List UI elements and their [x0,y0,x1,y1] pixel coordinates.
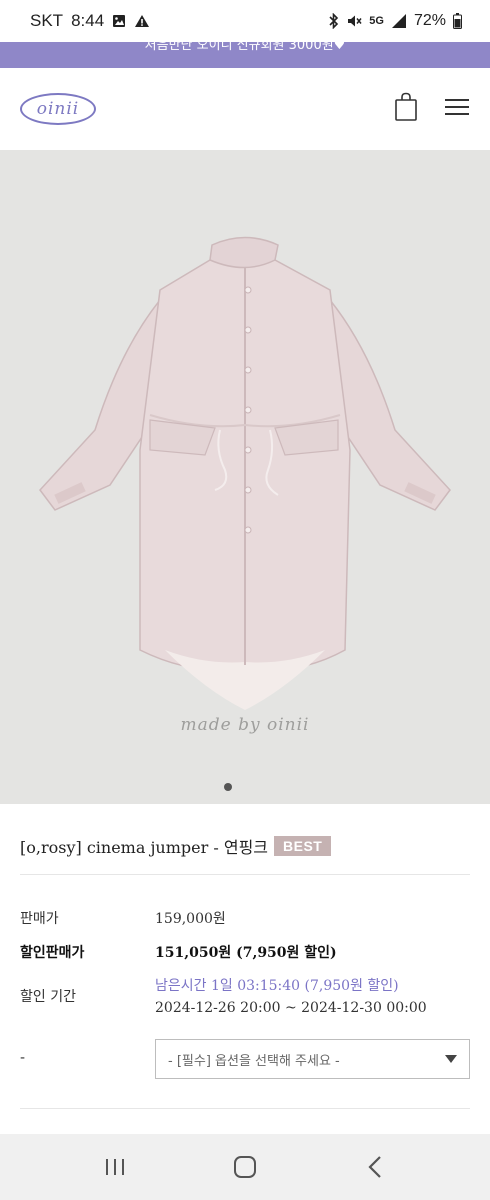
brand-logo[interactable]: oinii [20,93,96,125]
system-navigation-bar [0,1134,490,1200]
battery-percent: 72% [413,12,446,29]
hamburger-menu-icon[interactable] [444,97,470,121]
mute-icon [346,13,362,29]
price-value: 159,000원 [155,911,226,927]
product-image-carousel[interactable]: made by oinii [0,150,490,804]
price-label: 판매가 [20,911,59,927]
option-select-placeholder: - [필수] 옵션을 선택해 주세요 - [168,1053,340,1069]
cart-icon[interactable] [394,92,418,126]
warning-icon [134,14,150,28]
back-icon[interactable] [355,1147,395,1187]
best-badge: BEST [274,836,332,856]
status-bar: SKT 8:44 5G 72% [0,0,490,42]
option-label: - [20,1050,26,1066]
chevron-down-icon [445,1055,457,1063]
jacket-illustration [39,236,451,710]
product-title-row: [o,rosy] cinema jumper - 연핑크 BEST [20,834,332,858]
clock-time: 8:44 [71,11,105,30]
discount-date-range: 2024-12-26 20:00 ~ 2024-12-30 00:00 [155,1000,427,1016]
watermark-text: made by oinii [180,715,310,735]
discount-remaining-time: 남은시간 1일 03:15:40 (7,950원 할인) [155,978,399,994]
gallery-icon [112,14,126,28]
logo-text: oinii [36,99,80,119]
option-select[interactable]: - [필수] 옵션을 선택해 주세요 - [155,1039,470,1079]
divider [20,1108,470,1109]
sale-price-value: 151,050원 (7,950원 할인) [155,945,337,961]
promo-banner[interactable]: 처음만난 오이니 신규회원 3000원♥ [0,42,490,68]
discount-period-label: 할인 기간 [20,989,76,1005]
promo-text: 처음만난 오이니 신규회원 3000원♥ [144,42,346,53]
battery-icon [453,13,462,29]
recent-apps-icon[interactable] [95,1147,135,1187]
bluetooth-icon [329,13,339,29]
product-name: [o,rosy] cinema jumper - 연핑크 [20,838,269,857]
carousel-indicator-dot[interactable] [224,783,232,791]
signal-icon [391,13,407,29]
network-type-label: 5G [369,15,384,27]
divider [20,874,470,875]
sale-price-label: 할인판매가 [20,945,85,961]
home-icon[interactable] [225,1147,265,1187]
carrier-label: SKT [30,11,64,30]
site-header: oinii [0,68,490,150]
